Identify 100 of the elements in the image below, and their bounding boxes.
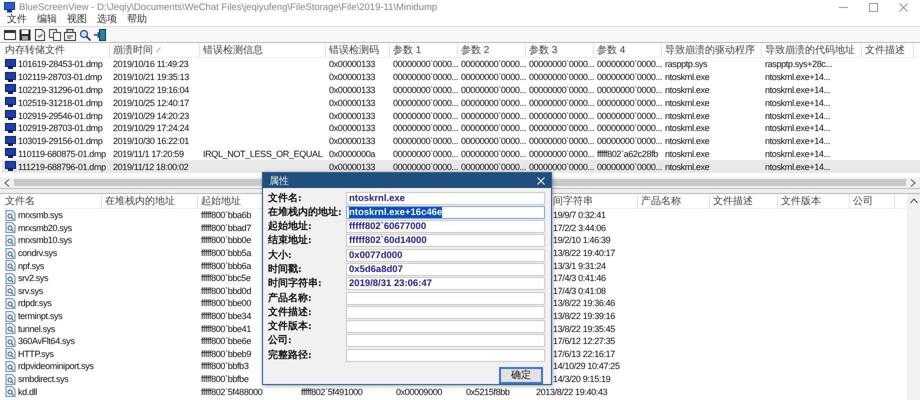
table-cell: 00000000`0000... [393,59,458,70]
table-cell: 00000000`0000... [597,123,662,134]
table-cell: 2019/10/29 14:20:23 [113,110,189,121]
table-cell: IRQL_NOT_LESS_OR_EQUAL [203,148,322,159]
table-cell: 13/3/1 9:31:24 [553,260,606,271]
table-cell: fffff802`5f491000 [301,386,362,397]
table-cell: fffff800`bbe00 [201,298,251,308]
table-cell: 00000000`0000... [597,72,662,82]
table-cell: 00000000`0000... [529,72,594,82]
table-cell: 2019/10/30 16:22:01 [113,136,189,146]
table-cell: 00000000`0000... [461,162,526,172]
table-cell: fffff800`bbb6a [201,260,251,271]
table-cell: 00000000`0000... [461,123,526,134]
table-cell: ntoskrnl.exe [665,136,710,146]
table-cell: fffff800`bbfb3 [201,361,248,372]
table-cell: 00000000`0000... [461,136,526,146]
table-cell: 102919-28703-01.dmp [18,123,102,134]
table-cell: fffff802`a62c28fb [597,148,658,159]
table-cell: raspptp.sys+28c... [765,59,832,70]
table-cell: ntoskrnl.exe [665,98,710,108]
table-cell: smbdirect.sys [18,374,68,384]
table-cell: mrxsmb10.sys [18,235,72,246]
table-cell: fffff800`bbe41 [201,324,251,334]
table-cell: 00000000`0000... [393,162,458,172]
table-cell: 17/4/3 0:41:46 [553,273,606,284]
table-cell: 00000000`0000... [597,110,662,121]
table-cell: ntoskrnl.exe [665,123,710,134]
table-cell: 2019/10/25 12:40:17 [113,98,189,108]
table-cell: fffff800`bbeb9 [201,348,251,359]
table-cell: ntoskrnl.exe [665,84,710,95]
field-label: 公司: [268,334,293,348]
table-cell: ntoskrnl.exe+14... [765,148,830,159]
table-cell: 0x00000133 [329,136,376,146]
table-cell: HTTP.sys [18,348,54,359]
table-cell: fffff800`bbb5a [201,248,251,258]
table-cell: 13/8/22 19:40:17 [553,248,615,258]
table-cell: 00000000`0000... [529,148,594,159]
table-cell: ntoskrnl.exe+14... [765,72,830,82]
table-cell: 17/6/12 12:27:35 [553,336,615,346]
table-cell: 00000000`0000... [529,123,594,134]
table-cell: fffff800`bbd0d [201,286,251,296]
table-cell: ntoskrnl.exe [665,162,710,172]
table-cell: 0x00000133 [329,72,376,82]
table-cell: 0x00000133 [329,59,376,70]
table-cell: rdpdr.sys [18,298,52,308]
table-cell: 0x0000000a [329,148,376,159]
field-label: 大小: [268,248,293,262]
table-cell: 2019/11/12 18:00:02 [113,162,188,172]
table-cell: 00000000`0000... [529,84,594,95]
table-cell: 2019/10/29 17:24:24 [113,123,189,134]
table-cell: 00000000`0000... [461,148,526,159]
table-cell: 00000000`0000... [461,59,526,70]
table-cell: ntoskrnl.exe+14... [765,123,830,134]
table-cell: 19/2/10 1:46:39 [553,235,610,246]
table-cell: 00000000`0000... [597,98,662,108]
table-cell: npf.sys [18,260,44,271]
field-label: 在堆栈内的地址: [268,206,343,219]
table-cell: 0x00009000 [396,386,442,397]
table-cell: 101619-28453-01.dmp [18,59,102,70]
table-cell: fffff800`bbe6e [201,336,251,346]
table-cell: 102919-29546-01.dmp [18,110,102,121]
table-cell: 00000000`0000... [461,84,526,95]
table-cell: ntoskrnl.exe+14... [765,110,830,121]
table-cell: ntoskrnl.exe [665,72,710,82]
table-cell: 00000000`0000... [393,110,458,121]
table-cell: 102119-28703-01.dmp [18,72,102,82]
table-cell: 13/8/22 19:36:46 [553,298,615,308]
field-label: 结束地址: [268,234,313,248]
table-cell: ntoskrnl.exe+14... [765,136,830,146]
field-label: 文件版本: [268,320,313,334]
table-cell: 00000000`0000... [461,98,526,108]
table-cell: 14/3/20 9:15:19 [553,374,610,384]
dialog-title: 属性 [269,174,289,188]
field-label: 时间字符串: [268,277,323,290]
table-cell: 00000000`0000... [597,84,662,95]
table-cell: 00000000`0000... [529,136,594,146]
window-title: BlueScreenView - D:\Jeqiy\Documents\WeChat Files\jeqiyufeng\FileStorage\File\2019-11\Minidump [19,2,438,12]
table-cell: mrxsmb.sys [18,210,62,220]
table-cell: ntoskrnl.exe+14... [765,84,830,95]
table-cell: 102519-31218-01.dmp [18,98,102,108]
table-cell: condrv.sys [18,248,57,258]
field-label: 文件描述: [268,306,313,319]
table-cell: 00000000`0000... [461,72,526,82]
table-cell: fffff800`bba6b [201,210,251,220]
table-cell: 00000000`0000... [393,98,458,108]
field-label: 时间戳: [268,262,303,276]
table-cell: 0x00000133 [329,84,376,95]
table-cell: 0x00000133 [329,162,376,172]
table-cell: 00000000`0000... [393,123,458,134]
table-cell: 00000000`0000... [393,84,458,95]
table-cell: 0x00000133 [329,110,376,121]
field-label: 起始地址: [268,220,313,234]
table-cell: 00000000`0000... [529,162,594,172]
table-cell: 17/6/13 22:16:17 [553,348,615,359]
table-cell: 0x00000133 [329,98,376,108]
table-cell: ntoskrnl.exe+14... [765,162,830,172]
table-cell: 2019/11/1 17:20:59 [113,148,184,159]
table-cell: fffff800`bbfbe [201,374,248,384]
table-cell: 00000000`0000... [597,59,662,70]
table-cell: rdpvideominiport.sys [18,361,94,372]
